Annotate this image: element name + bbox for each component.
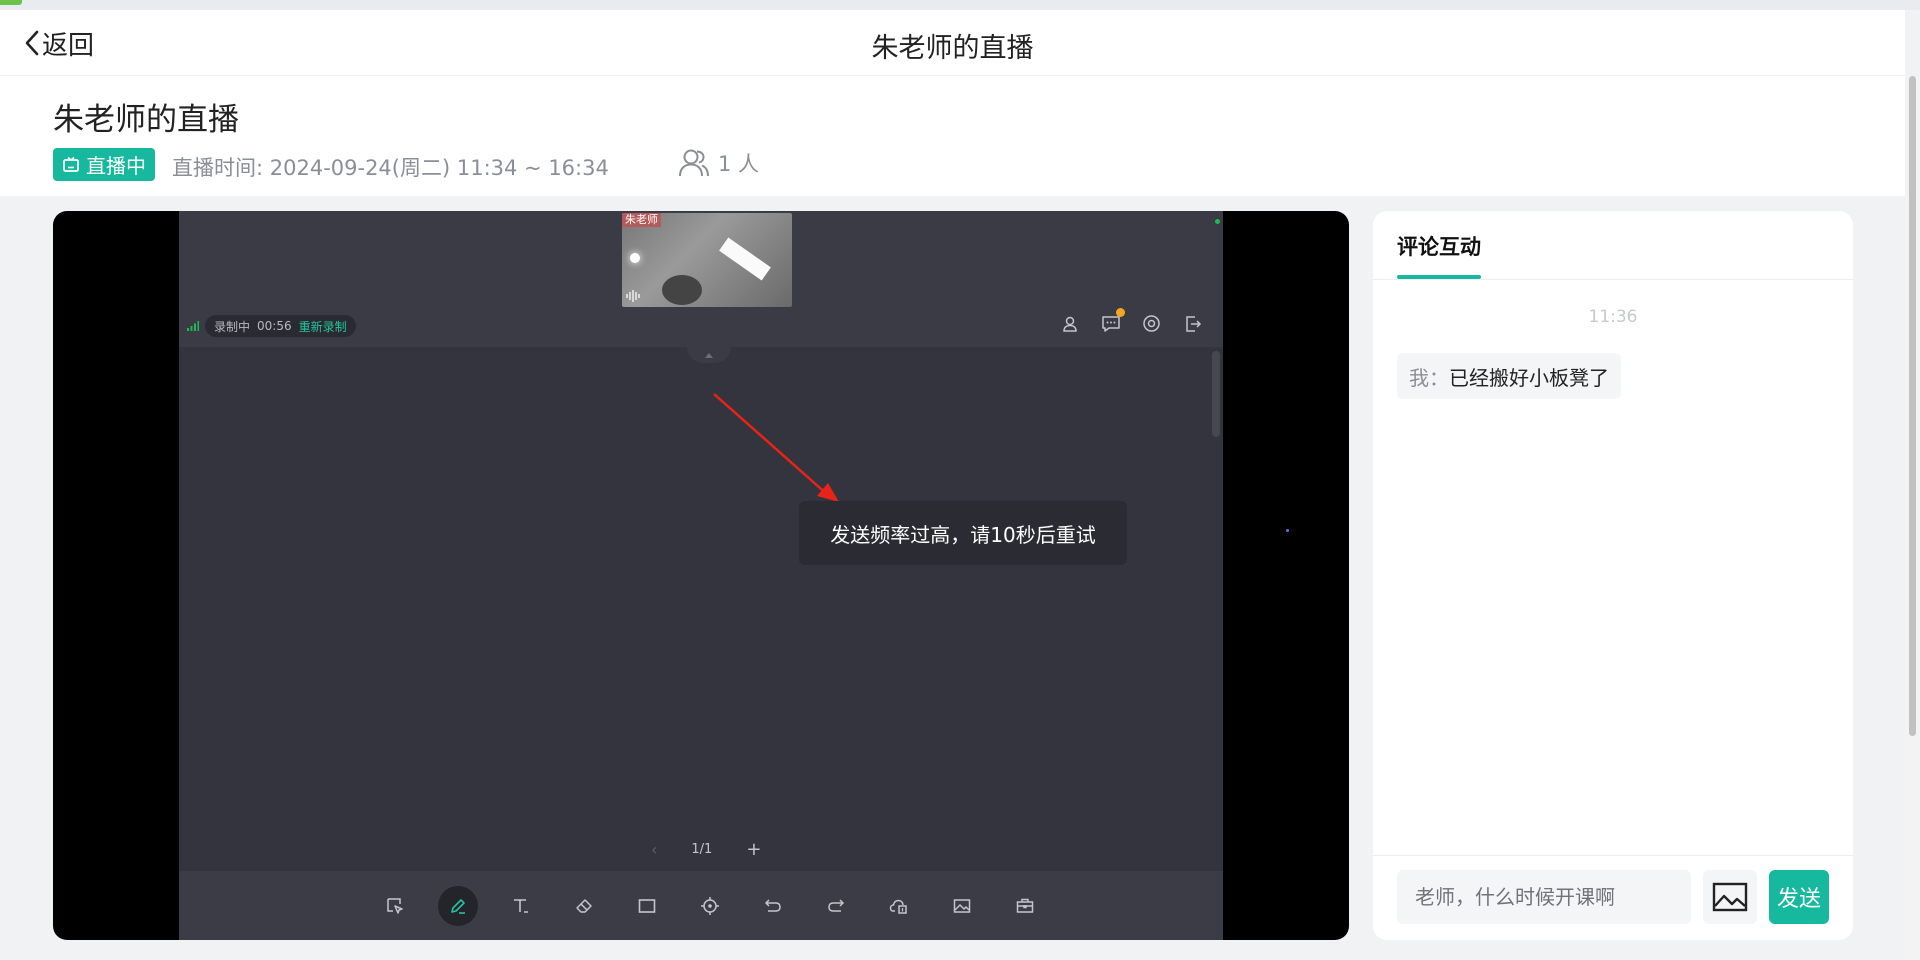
page-title: 朱老师的直播 xyxy=(871,33,1034,64)
page-scrollbar-thumb[interactable] xyxy=(1909,76,1916,736)
text-icon[interactable] xyxy=(501,886,541,926)
page-indicator: 1/1 xyxy=(691,842,713,857)
select-icon[interactable] xyxy=(375,886,415,926)
live-player[interactable]: 朱老师 录制中 00:56 重新录制 发送频率过高，请10秒后重试 ‹ 1/1 … xyxy=(53,211,1349,940)
message-text: 已经搬好小板凳了 xyxy=(1449,365,1609,390)
viewer-count: 1 人 xyxy=(678,148,759,178)
comment-message: 我： 已经搬好小板凳了 xyxy=(1397,353,1621,399)
people-icon xyxy=(679,149,709,177)
annotation-arrow xyxy=(713,393,839,502)
divider xyxy=(1373,855,1853,856)
toolbox-icon[interactable] xyxy=(1005,886,1045,926)
message-timestamp: 11:36 xyxy=(1588,307,1638,327)
live-time: 直播时间: 2024-09-24(周二) 11:34 ~ 16:34 xyxy=(172,156,609,180)
pen-icon[interactable] xyxy=(438,885,478,926)
divider xyxy=(1373,279,1853,280)
tv-icon xyxy=(63,156,79,172)
undo-icon[interactable] xyxy=(753,886,793,926)
prev-page-button[interactable]: ‹ xyxy=(651,840,657,859)
window-indicator xyxy=(0,0,22,5)
status-badge-label: 直播中 xyxy=(86,154,146,178)
page-scrollbar[interactable] xyxy=(1905,76,1920,960)
viewer-count-label: 1 人 xyxy=(718,152,760,176)
message-sender: 我： xyxy=(1409,365,1449,390)
laser-pointer-icon[interactable] xyxy=(690,886,730,926)
image-icon[interactable] xyxy=(942,886,982,926)
tab-comments[interactable]: 评论互动 xyxy=(1397,231,1481,261)
live-info-panel: 朱老师的直播 直播中 直播时间: 2024-09-24(周二) 11:34 ~ … xyxy=(0,76,1905,196)
live-title: 朱老师的直播 xyxy=(53,102,239,138)
upload-image-button[interactable] xyxy=(1703,870,1757,924)
rate-limit-toast: 发送频率过高，请10秒后重试 xyxy=(799,501,1127,565)
top-navbar: 返回 朱老师的直播 xyxy=(0,10,1905,76)
image-icon xyxy=(1712,882,1748,912)
status-badge: 直播中 xyxy=(53,148,155,181)
comment-input[interactable] xyxy=(1397,870,1691,924)
whiteboard-toolbar xyxy=(179,871,1223,940)
rectangle-icon[interactable] xyxy=(627,886,667,926)
comment-panel: 评论互动 11:36 我： 已经搬好小板凳了 发送 xyxy=(1373,211,1853,940)
page-navigator: ‹ 1/1 + xyxy=(651,839,761,860)
send-button[interactable]: 发送 xyxy=(1769,870,1829,924)
redo-icon[interactable] xyxy=(816,886,856,926)
window-top-strip xyxy=(0,0,1920,10)
cloud-upload-icon[interactable] xyxy=(879,886,919,926)
eraser-icon[interactable] xyxy=(564,886,604,926)
add-page-button[interactable]: + xyxy=(746,839,761,860)
whiteboard-screen[interactable]: 朱老师 录制中 00:56 重新录制 发送频率过高，请10秒后重试 ‹ 1/1 … xyxy=(179,211,1289,940)
cursor-dot xyxy=(1286,529,1289,532)
